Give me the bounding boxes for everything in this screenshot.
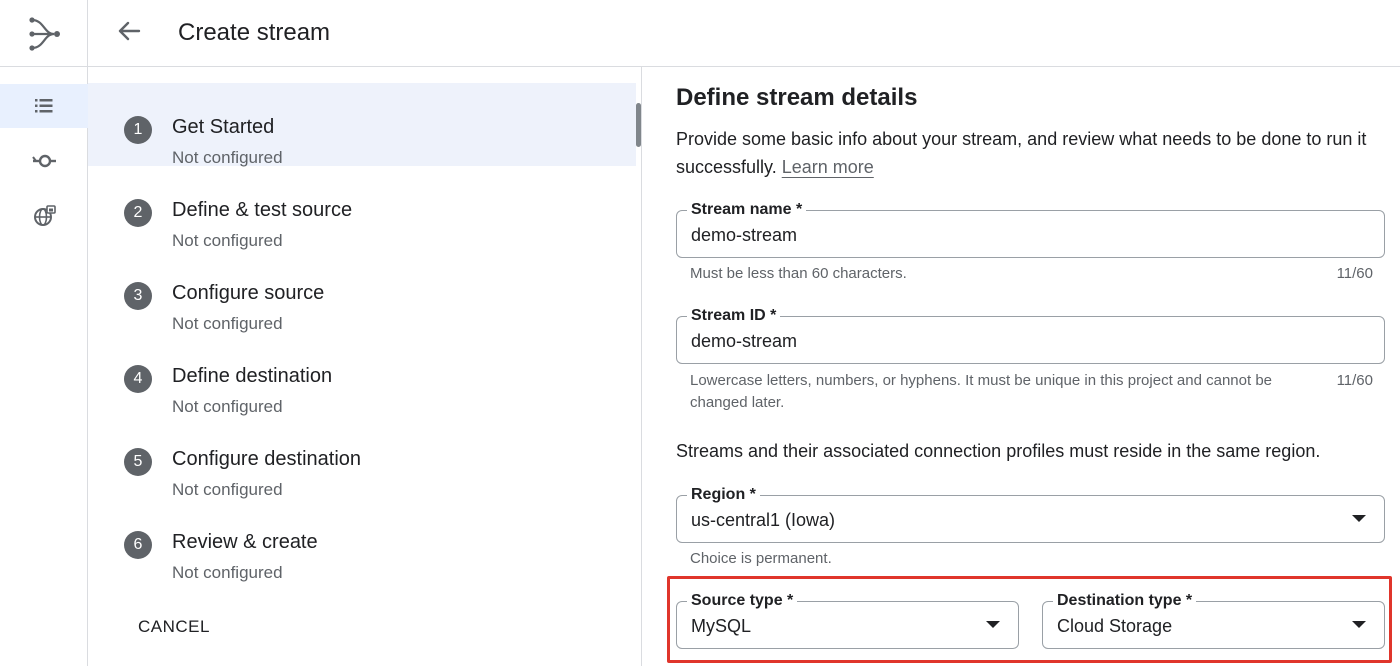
step-title: Review & create — [172, 531, 318, 553]
stream-name-value[interactable]: demo-stream — [691, 224, 797, 246]
step-status: Not configured — [172, 563, 283, 582]
section-title: Define stream details — [676, 84, 918, 111]
stream-id-field[interactable]: Stream ID * demo-stream — [676, 306, 1385, 364]
step-number-badge: 3 — [124, 282, 152, 310]
step-configure-source[interactable]: 3 Configure source Not configured — [88, 249, 636, 333]
stream-id-label: Stream ID * — [687, 306, 781, 326]
step-title: Define destination — [172, 365, 333, 387]
step-number-badge: 5 — [124, 448, 152, 476]
dropdown-caret-icon — [1352, 515, 1366, 522]
list-icon — [32, 94, 56, 118]
step-define-destination[interactable]: 4 Define destination Not configured — [88, 332, 636, 416]
rail-divider — [0, 66, 88, 67]
step-status: Not configured — [172, 397, 283, 416]
step-number-badge: 6 — [124, 531, 152, 559]
region-label: Region * — [687, 485, 760, 505]
region-hint: Choice is permanent. — [690, 550, 832, 567]
stream-name-label: Stream name * — [687, 200, 807, 220]
source-type-select[interactable]: Source type * MySQL — [676, 591, 1019, 649]
arrow-back-icon — [115, 17, 143, 50]
step-status: Not configured — [172, 314, 283, 333]
step-define-test-source[interactable]: 2 Define & test source Not configured — [88, 166, 636, 250]
step-title: Get Started — [172, 116, 275, 138]
step-title: Configure source — [172, 282, 325, 304]
step-get-started[interactable]: 1 Get Started Not configured — [88, 83, 636, 167]
region-note: Streams and their associated connection … — [676, 441, 1321, 461]
stream-id-counter: 11/60 — [1336, 372, 1373, 389]
cancel-button[interactable]: CANCEL — [128, 611, 220, 643]
description-text: Provide some basic info about your strea… — [676, 129, 1367, 177]
rail-item-connection-profiles[interactable] — [0, 139, 88, 183]
step-status: Not configured — [172, 480, 283, 499]
destination-type-select[interactable]: Destination type * Cloud Storage — [1042, 591, 1385, 649]
learn-more-link[interactable]: Learn more — [782, 157, 874, 177]
stream-details-form: Define stream details Provide some basic… — [643, 67, 1400, 666]
page-title: Create stream — [178, 19, 331, 46]
rail-item-streams[interactable] — [0, 84, 88, 128]
source-type-value: MySQL — [691, 616, 752, 636]
stream-name-hint: Must be less than 60 characters. — [690, 265, 907, 282]
stepper-panel: 1 Get Started Not configured 2 Define & … — [88, 67, 642, 666]
step-title: Define & test source — [172, 199, 353, 221]
destination-type-value: Cloud Storage — [1057, 616, 1173, 636]
datastream-logo-icon[interactable] — [22, 12, 66, 56]
stream-id-value[interactable]: demo-stream — [691, 330, 797, 352]
step-configure-destination[interactable]: 5 Configure destination Not configured — [88, 415, 636, 499]
connection-profile-icon — [31, 149, 57, 173]
region-value: us-central1 (Iowa) — [691, 510, 836, 530]
step-status: Not configured — [172, 148, 283, 167]
section-description: Provide some basic info about your strea… — [676, 125, 1386, 181]
page-header: Create stream — [88, 0, 1400, 67]
step-review-create[interactable]: 6 Review & create Not configured — [88, 498, 636, 582]
stream-name-field[interactable]: Stream name * demo-stream — [676, 200, 1385, 258]
step-title: Configure destination — [172, 448, 362, 470]
dropdown-caret-icon — [1352, 621, 1366, 628]
private-connectivity-icon — [32, 204, 56, 228]
back-button[interactable] — [110, 14, 148, 52]
step-number-badge: 1 — [124, 116, 152, 144]
step-number-badge: 2 — [124, 199, 152, 227]
step-number-badge: 4 — [124, 365, 152, 393]
stream-name-counter: 11/60 — [1336, 265, 1373, 282]
left-nav-rail — [0, 0, 88, 666]
step-status: Not configured — [172, 231, 283, 250]
rail-item-private-connectivity[interactable] — [0, 194, 88, 238]
source-type-label: Source type * — [687, 591, 798, 611]
stream-id-hint: Lowercase letters, numbers, or hyphens. … — [690, 372, 1272, 411]
stepper-scrollbar[interactable] — [636, 103, 641, 147]
region-select[interactable]: Region * us-central1 (Iowa) — [676, 485, 1385, 543]
dropdown-caret-icon — [986, 621, 1000, 628]
destination-type-label: Destination type * — [1053, 591, 1197, 611]
